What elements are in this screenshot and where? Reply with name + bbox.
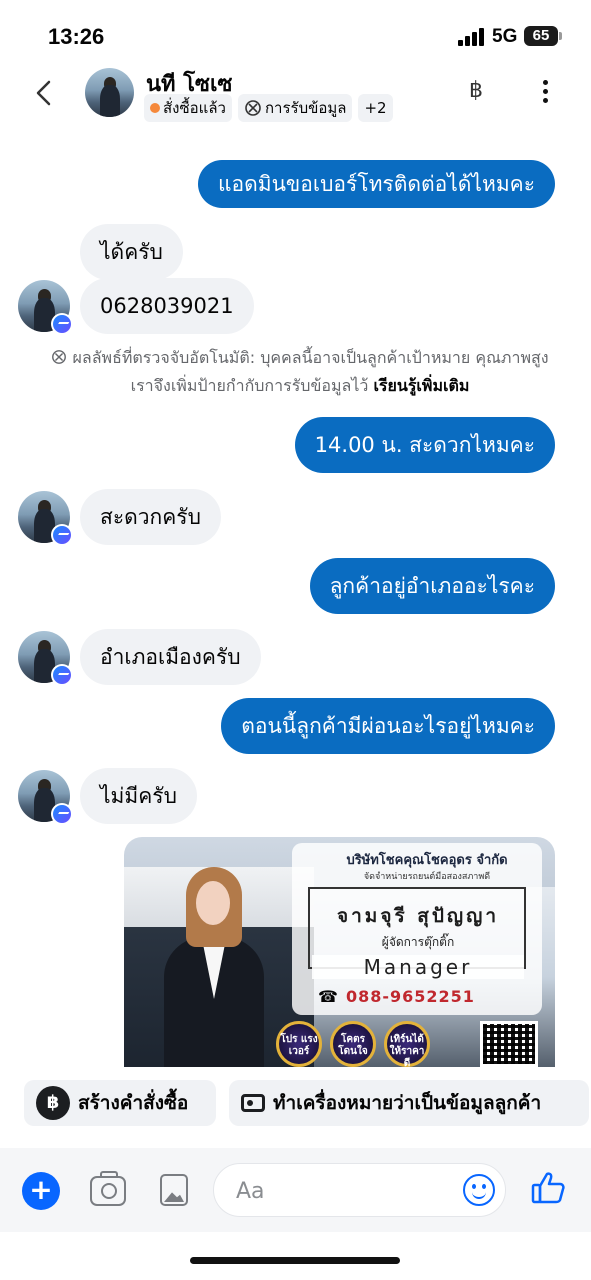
contact-tags: สั่งซื้อแล้ว การรับข้อมูล +2	[144, 94, 393, 122]
create-order-label: สร้างคำสั่งซื้อ	[78, 1092, 189, 1114]
messenger-badge-icon	[51, 313, 73, 335]
battery-cap	[559, 32, 562, 40]
promo-badge: โคตร โดนใจ	[330, 1021, 376, 1067]
promo-badge: เทิร์นได้ ให้ราคาดี	[384, 1021, 430, 1067]
more-icon[interactable]	[536, 80, 554, 106]
mark-lead-button[interactable]: ทำเครื่องหมายว่าเป็นข้อมูลลูกค้า	[229, 1080, 589, 1126]
message-outgoing[interactable]: แอดมินขอเบอร์โทรติดต่อได้ไหมคะ	[197, 160, 555, 208]
message-incoming[interactable]: อำเภอเมืองครับ	[80, 629, 261, 685]
orange-dot-icon	[150, 103, 160, 113]
message-incoming[interactable]: สะดวกครับ	[80, 489, 221, 545]
plus-icon[interactable]: +	[22, 1172, 60, 1210]
message-incoming[interactable]: ไม่มีครับ	[80, 768, 197, 824]
message-incoming[interactable]: ได้ครับ	[80, 224, 183, 280]
contact-avatar[interactable]	[85, 68, 134, 117]
qr-code	[480, 1021, 538, 1067]
camera-icon[interactable]	[90, 1171, 126, 1206]
tag-more[interactable]: +2	[358, 94, 393, 122]
company-subtitle: จัดจำหน่ายรถยนต์มือสองสภาพดี	[363, 872, 491, 882]
messenger-badge-icon	[51, 664, 73, 686]
status-bar: 13:26 5G 65	[0, 0, 591, 64]
chat-header: นที โซเซ สั่งซื้อแล้ว การรับข้อมูล +2 ฿	[0, 64, 591, 128]
auto-detect-notice: ผลลัพธ์ที่ตรวจจับอัตโนมัติ: บุคคลนี้อาจเ…	[40, 344, 560, 400]
messenger-badge-icon	[51, 524, 73, 546]
mark-lead-label: ทำเครื่องหมายว่าเป็นข้อมูลลูกค้า	[273, 1092, 542, 1114]
company-name: บริษัทโชคคุณโชคอุดร จำกัด	[346, 853, 508, 868]
notice-text: ผลลัพธ์ที่ตรวจจับอัตโนมัติ: บุคคลนี้อาจเ…	[72, 348, 549, 395]
battery-icon: 65	[524, 26, 558, 46]
baht-icon[interactable]: ฿	[469, 78, 483, 103]
promo-badges: โปร แรง เวอร์ โคตร โดนใจ เทิร์นได้ ให้รา…	[276, 1021, 430, 1067]
learn-more-link[interactable]: เรียนรู้เพิ่มเติม	[373, 376, 469, 395]
message-composer: +	[0, 1148, 591, 1232]
person-title: ผู้จัดการตุ๊กติ๊ก	[381, 935, 455, 949]
signal-icon	[458, 28, 486, 46]
phone-row: ☎ 088-9652251	[318, 987, 475, 1006]
role-label: Manager	[312, 955, 524, 979]
phone-icon: ☎	[318, 987, 338, 1006]
tag-label: สั่งซื้อแล้ว	[163, 99, 226, 117]
emoji-icon[interactable]	[463, 1174, 495, 1206]
thumbs-up-icon[interactable]	[530, 1170, 566, 1206]
phone-number: 088-9652251	[345, 987, 475, 1006]
gallery-icon[interactable]	[160, 1174, 188, 1206]
message-outgoing[interactable]: ลูกค้าอยู่อำเภออะไรคะ	[309, 558, 555, 614]
tag-ordered[interactable]: สั่งซื้อแล้ว	[144, 94, 232, 122]
home-indicator	[190, 1257, 400, 1264]
promo-badge: โปร แรง เวอร์	[276, 1021, 322, 1067]
create-order-button[interactable]: ฿ สร้างคำสั่งซื้อ	[24, 1080, 216, 1126]
baht-icon: ฿	[36, 1086, 70, 1120]
message-outgoing[interactable]: ตอนนี้ลูกค้ามีผ่อนอะไรอยู่ไหมคะ	[221, 698, 555, 754]
message-incoming[interactable]: 0628039021	[80, 278, 254, 334]
message-input[interactable]	[236, 1176, 456, 1206]
lead-icon	[52, 350, 67, 364]
person-name: จามจุรี สุปัญญา	[337, 905, 499, 927]
status-time: 13:26	[48, 24, 105, 49]
tag-lead[interactable]: การรับข้อมูล	[237, 94, 353, 122]
network-label: 5G	[492, 26, 518, 47]
lead-icon	[245, 100, 261, 116]
messenger-badge-icon	[51, 803, 73, 825]
tag-label: +2	[364, 99, 387, 117]
id-card-icon	[241, 1094, 265, 1112]
tag-label: การรับข้อมูล	[264, 99, 347, 117]
manager-photo	[164, 867, 274, 1067]
back-chevron-icon[interactable]	[30, 78, 60, 108]
business-card-image[interactable]: บริษัทโชคคุณโชคอุดร จำกัด จัดจำหน่ายรถยน…	[124, 837, 555, 1067]
message-outgoing[interactable]: 14.00 น. สะดวกไหมคะ	[294, 417, 555, 473]
